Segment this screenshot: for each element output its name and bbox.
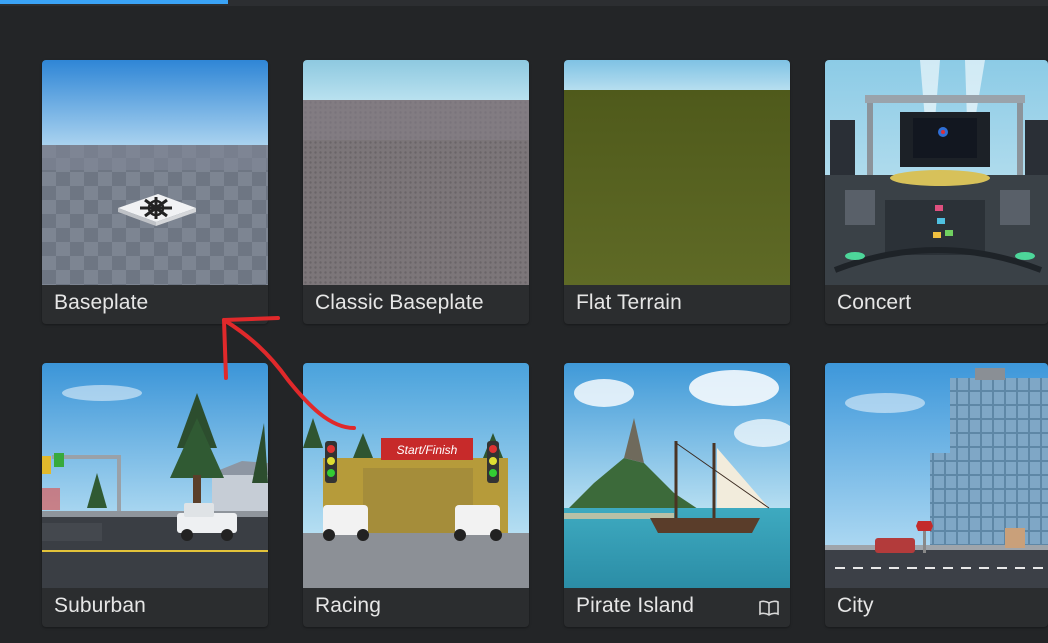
template-card-flat-terrain[interactable]: Flat Terrain [564,60,790,324]
template-label-classic-baseplate: Classic Baseplate [315,291,484,314]
template-card-city[interactable]: City [825,363,1048,627]
template-label-city: City [837,594,874,617]
template-grid: Baseplate Classic Baseplate Flat Terrain… [0,0,1048,643]
template-card-pirate-island[interactable]: Pirate Island [564,363,790,627]
template-label-concert: Concert [837,291,912,314]
template-label-racing: Racing [315,594,381,617]
template-label-flat-terrain: Flat Terrain [576,291,682,314]
pirate-island-thumbnail [564,363,790,588]
template-label-pirate-island: Pirate Island [576,594,695,617]
racing-start-finish-sign: Start/Finish [397,443,458,457]
book-icon[interactable] [758,599,780,617]
suburban-thumbnail [42,363,268,588]
template-card-classic-baseplate[interactable]: Classic Baseplate [303,60,529,324]
racing-thumbnail: Start/Finish [303,363,529,588]
template-label-suburban: Suburban [54,594,146,617]
flat-terrain-thumbnail [564,60,790,285]
concert-thumbnail [825,60,1048,285]
template-card-racing[interactable]: Start/Finish Racing [303,363,529,627]
template-card-baseplate[interactable]: Baseplate [42,60,268,324]
template-card-suburban[interactable]: Suburban [42,363,268,627]
classic-baseplate-thumbnail [303,60,529,285]
template-card-concert[interactable]: Concert [825,60,1048,324]
template-label-baseplate: Baseplate [54,291,149,314]
baseplate-thumbnail [42,60,268,285]
city-thumbnail [825,363,1048,588]
